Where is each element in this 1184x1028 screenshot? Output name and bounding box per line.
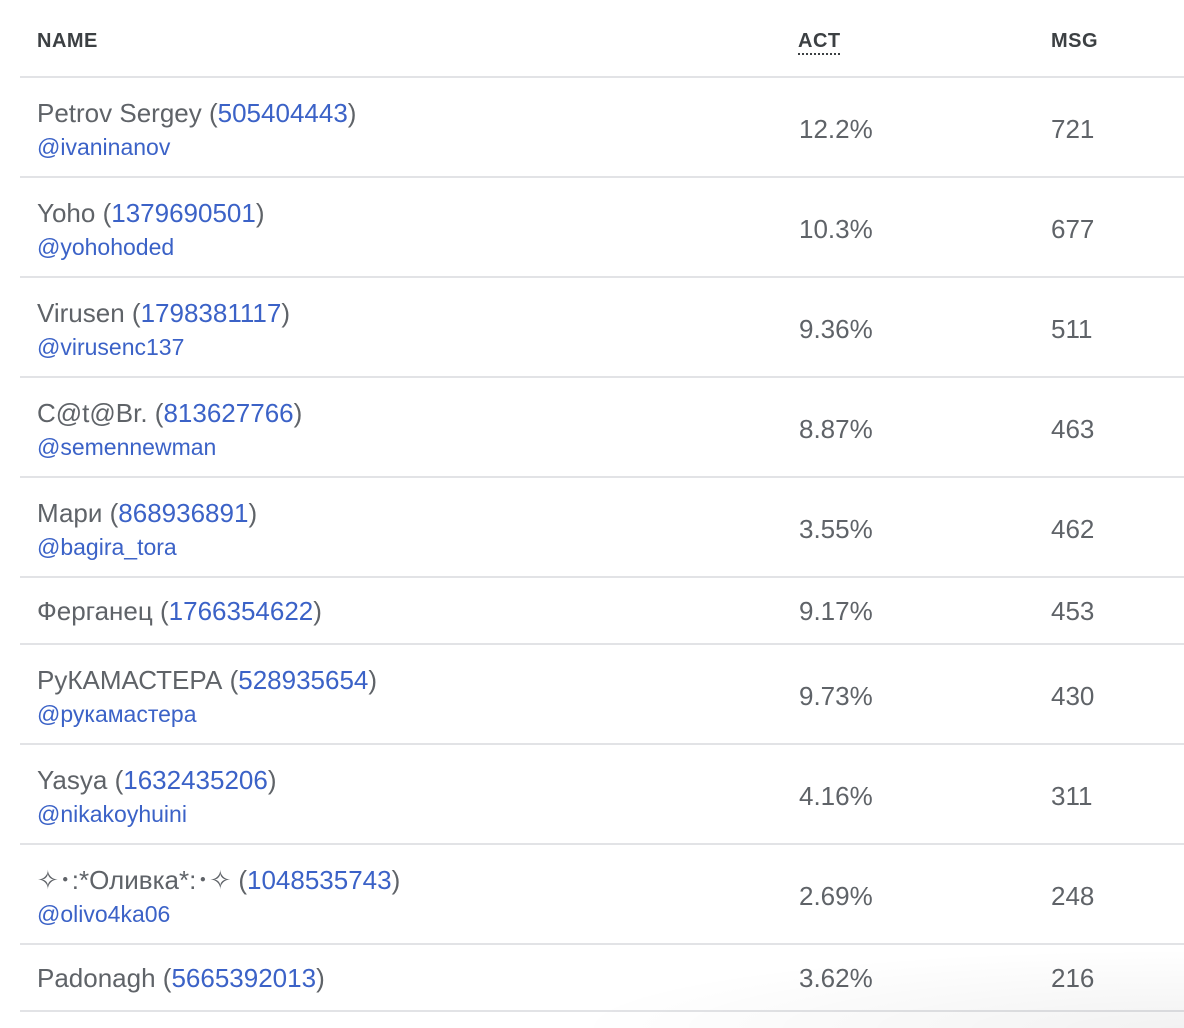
member-name-cell: Padonagh (5665392013) bbox=[37, 963, 325, 993]
member-message-count: 430 bbox=[1051, 681, 1095, 711]
member-username-link[interactable]: @semennewman bbox=[37, 434, 216, 460]
id-close-paren: ) bbox=[248, 498, 258, 528]
column-header-msg[interactable]: MSG bbox=[1051, 30, 1098, 52]
member-id-link[interactable]: 868936891 bbox=[118, 498, 248, 528]
member-id-link[interactable]: 1048535743 bbox=[247, 865, 392, 895]
member-username-link[interactable]: @ivaninanov bbox=[37, 134, 170, 160]
member-message-count: 511 bbox=[1051, 314, 1093, 344]
id-close-paren: ) bbox=[391, 865, 401, 895]
member-message-count: 248 bbox=[1051, 881, 1095, 911]
member-id-link[interactable]: 1766354622 bbox=[169, 596, 314, 626]
member-id-link[interactable]: 1632435206 bbox=[123, 765, 268, 795]
member-display-name: Yoho bbox=[37, 198, 96, 228]
member-name-cell: ✧･:*Оливка*:･✧ (1048535743) bbox=[37, 865, 400, 895]
table-row: Padonagh (5665392013) 3.62% 216 bbox=[20, 945, 1184, 1012]
member-display-name: C@t@Br. bbox=[37, 398, 148, 428]
table-header: NAME ACT MSG bbox=[20, 0, 1184, 78]
member-id-link[interactable]: 1798381117 bbox=[141, 298, 282, 328]
member-name-cell: Yasya (1632435206) bbox=[37, 765, 277, 795]
member-activity: 3.62% bbox=[799, 963, 873, 993]
member-display-name: Virusen bbox=[37, 298, 125, 328]
id-open-paren: ( bbox=[155, 963, 172, 993]
id-open-paren: ( bbox=[147, 398, 164, 428]
member-display-name: Yasya bbox=[37, 765, 108, 795]
member-activity: 9.73% bbox=[799, 681, 873, 711]
table-row: Petrov Sergey (505404443) @ivaninanov 12.2… bbox=[20, 78, 1184, 178]
member-name-cell: C@t@Br. (813627766) bbox=[37, 398, 302, 428]
member-message-count: 453 bbox=[1051, 596, 1095, 626]
id-open-paren: ( bbox=[231, 865, 247, 895]
member-message-count: 721 bbox=[1051, 114, 1095, 144]
member-activity: 4.16% bbox=[799, 781, 873, 811]
member-id-link[interactable]: 528935654 bbox=[238, 665, 368, 695]
member-username-link[interactable]: @рукамастера bbox=[37, 701, 197, 727]
table-row: ✧･:*Оливка*:･✧ (1048535743) @olivo4ka06 2.… bbox=[20, 845, 1184, 945]
member-username-link[interactable]: @yohohoded bbox=[37, 234, 174, 260]
member-message-count: 311 bbox=[1051, 781, 1093, 811]
member-activity: 2.69% bbox=[799, 881, 873, 911]
members-table: NAME ACT MSG Petrov Sergey (505404443) @i… bbox=[20, 0, 1184, 1012]
member-name-cell: Petrov Sergey (505404443) bbox=[37, 98, 356, 128]
member-name-cell: Yoho (1379690501) bbox=[37, 198, 265, 228]
id-close-paren: ) bbox=[316, 963, 325, 993]
member-display-name: Мари bbox=[37, 498, 103, 528]
member-message-count: 677 bbox=[1051, 214, 1095, 244]
table-row: РуКАМАСТЕРА (528935654) @рукамастера 9.73%… bbox=[20, 645, 1184, 745]
id-open-paren: ( bbox=[124, 298, 141, 328]
member-id-link[interactable]: 5665392013 bbox=[171, 963, 316, 993]
member-activity: 12.2% bbox=[799, 114, 873, 144]
member-username-link[interactable]: @olivo4ka06 bbox=[37, 901, 170, 927]
member-id-link[interactable]: 813627766 bbox=[163, 398, 293, 428]
member-activity: 9.36% bbox=[799, 314, 873, 344]
id-open-paren: ( bbox=[95, 198, 112, 228]
id-close-paren: ) bbox=[293, 398, 303, 428]
member-display-name: ✧･:*Оливка*:･✧ bbox=[37, 865, 232, 895]
id-close-paren: ) bbox=[368, 665, 378, 695]
id-open-paren: ( bbox=[107, 765, 124, 795]
member-name-cell: Мари (868936891) bbox=[37, 498, 257, 528]
id-close-paren: ) bbox=[281, 298, 290, 328]
table-row: Yasya (1632435206) @nikakoyhuini 4.16% 311 bbox=[20, 745, 1184, 845]
member-display-name: Petrov Sergey bbox=[37, 98, 202, 128]
member-display-name: РуКАМАСТЕРА bbox=[37, 665, 223, 695]
member-activity: 3.55% bbox=[799, 514, 873, 544]
member-message-count: 462 bbox=[1051, 514, 1095, 544]
id-open-paren: ( bbox=[102, 498, 119, 528]
table-row: Ферганец (1766354622) 9.17% 453 bbox=[20, 578, 1184, 645]
table-row: Мари (868936891) @bagira_tora 3.55% 462 bbox=[20, 478, 1184, 578]
table-row: C@t@Br. (813627766) @semennewman 8.87% 463 bbox=[20, 378, 1184, 478]
member-message-count: 216 bbox=[1051, 963, 1095, 993]
table-body: Petrov Sergey (505404443) @ivaninanov 12.2… bbox=[20, 78, 1184, 1012]
id-close-paren: ) bbox=[347, 98, 357, 128]
column-header-name[interactable]: NAME bbox=[37, 30, 98, 52]
member-message-count: 463 bbox=[1051, 414, 1095, 444]
id-close-paren: ) bbox=[313, 596, 322, 626]
id-close-paren: ) bbox=[255, 198, 265, 228]
table-row: Virusen (1798381117) @virusenc137 9.36% 511 bbox=[20, 278, 1184, 378]
column-header-act[interactable]: ACT bbox=[798, 30, 841, 52]
member-username-link[interactable]: @virusenc137 bbox=[37, 334, 184, 360]
id-open-paren: ( bbox=[152, 596, 169, 626]
member-id-link[interactable]: 1379690501 bbox=[111, 198, 256, 228]
member-name-cell: Ферганец (1766354622) bbox=[37, 596, 322, 626]
member-activity: 10.3% bbox=[799, 214, 873, 244]
member-activity: 8.87% bbox=[799, 414, 873, 444]
member-username-link[interactable]: @bagira_tora bbox=[37, 534, 177, 560]
member-name-cell: РуКАМАСТЕРА (528935654) bbox=[37, 665, 377, 695]
id-open-paren: ( bbox=[201, 98, 218, 128]
table-row: Yoho (1379690501) @yohohoded 10.3% 677 bbox=[20, 178, 1184, 278]
member-display-name: Ферганец bbox=[37, 596, 153, 626]
id-open-paren: ( bbox=[222, 665, 239, 695]
member-activity: 9.17% bbox=[799, 596, 873, 626]
member-display-name: Padonagh bbox=[37, 963, 156, 993]
id-close-paren: ) bbox=[267, 765, 277, 795]
member-name-cell: Virusen (1798381117) bbox=[37, 298, 290, 328]
member-id-link[interactable]: 505404443 bbox=[218, 98, 348, 128]
member-username-link[interactable]: @nikakoyhuini bbox=[37, 801, 187, 827]
